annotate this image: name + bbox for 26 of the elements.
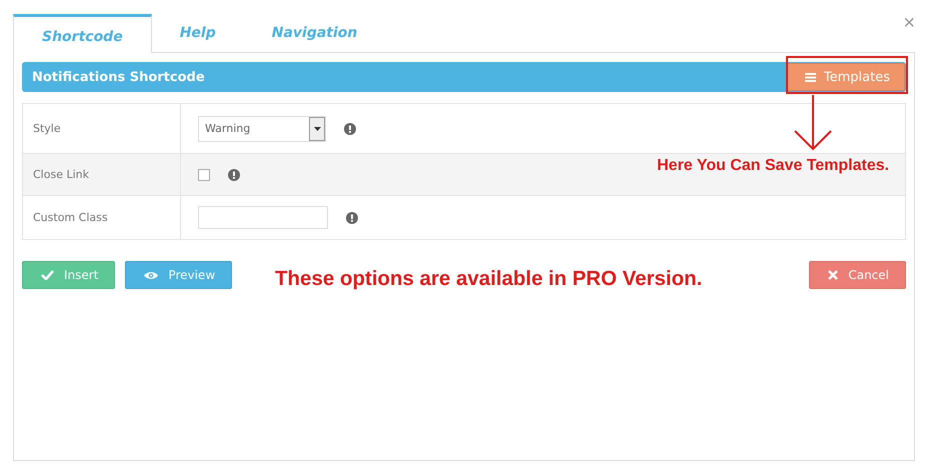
cancel-button[interactable]: Cancel: [809, 261, 906, 289]
info-icon[interactable]: [346, 212, 358, 224]
tab[interactable]: Shortcode: [13, 14, 152, 53]
field-label: Style: [33, 122, 61, 135]
style-select[interactable]: Warning: [198, 116, 326, 142]
checkbox[interactable]: [198, 168, 210, 180]
tab[interactable]: Navigation: [244, 14, 386, 52]
check-icon: [41, 270, 54, 280]
section-title: Notifications Shortcode: [32, 70, 205, 84]
annotation-text: These options are available in PRO Version.: [275, 267, 702, 291]
caret-icon: [314, 126, 320, 130]
close-button[interactable]: ×: [903, 12, 915, 34]
field-label: Custom Class: [33, 211, 108, 224]
info-icon[interactable]: [344, 122, 356, 134]
arrow: [793, 95, 833, 151]
templates-button[interactable]: Templates: [786, 63, 905, 91]
eye-icon: [144, 270, 158, 280]
annotation-text: Here You Can Save Templates.: [657, 157, 890, 175]
menu-icon: [804, 72, 816, 82]
preview-button[interactable]: Preview: [125, 261, 232, 289]
field-label: Close Link: [33, 168, 89, 181]
insert-button[interactable]: Insert: [22, 261, 116, 289]
input-field[interactable]: [198, 206, 328, 229]
tab[interactable]: Help: [152, 14, 244, 52]
info-icon[interactable]: [228, 168, 240, 180]
close-icon: [828, 270, 838, 280]
